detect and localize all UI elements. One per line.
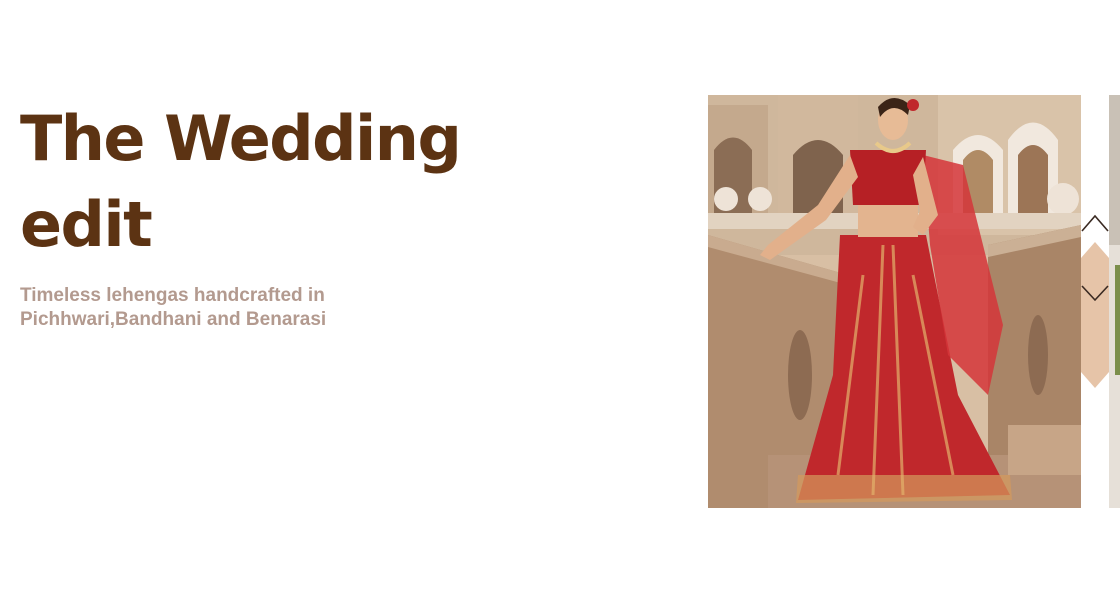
chevron-down-icon bbox=[1081, 285, 1109, 302]
page-subtitle: Timeless lehengas handcrafted in Pichhwa… bbox=[20, 285, 327, 330]
scroll-down-button[interactable] bbox=[1081, 280, 1109, 308]
product-carousel bbox=[708, 95, 1120, 508]
carousel-scroll-controls bbox=[1081, 210, 1109, 392]
carousel-next-slide-image[interactable] bbox=[1109, 95, 1120, 508]
page-title: The Wedding edit bbox=[20, 102, 462, 261]
carousel-slide-image[interactable] bbox=[708, 95, 1081, 508]
chevron-up-icon bbox=[1081, 214, 1109, 232]
scroll-up-button[interactable] bbox=[1081, 210, 1109, 238]
